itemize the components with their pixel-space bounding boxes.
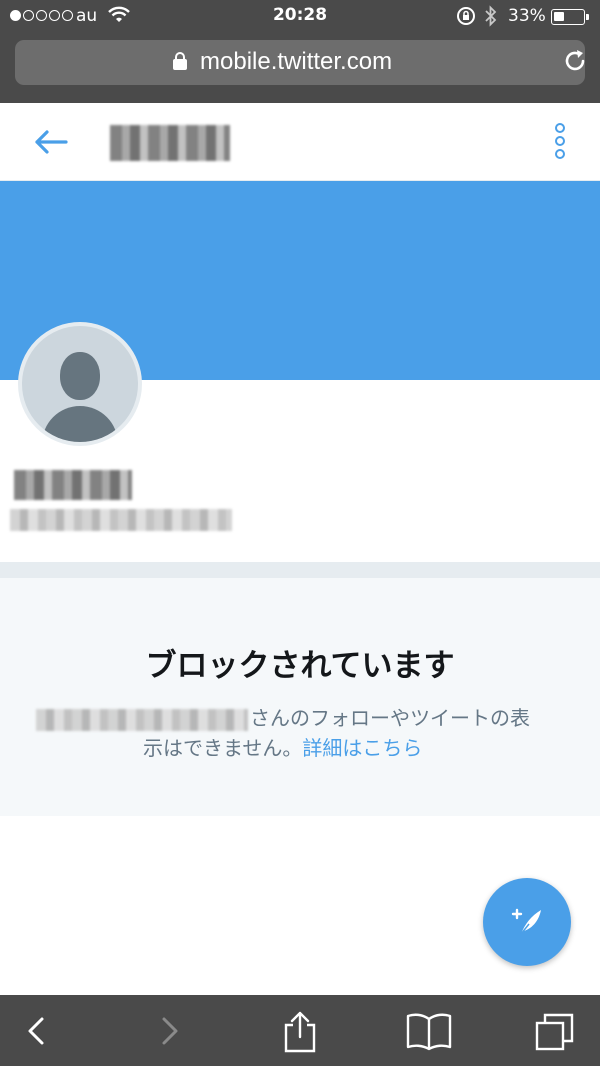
blocked-message-suffix: さんのフォローやツイートの表 xyxy=(250,706,530,730)
bluetooth-icon xyxy=(484,5,498,32)
battery-icon xyxy=(551,9,589,25)
tabs-icon[interactable] xyxy=(534,1011,574,1051)
blocked-notice: ブロックされています さんのフォローやツイートの表 示はできません。詳細はこちら xyxy=(0,578,600,816)
blocked-message-prefix: 示はできません。 xyxy=(143,736,303,760)
blocked-handle-redacted xyxy=(36,708,248,731)
blocked-message-line1: さんのフォローやツイートの表 xyxy=(36,702,576,731)
back-icon[interactable] xyxy=(18,1011,58,1051)
forward-icon[interactable] xyxy=(150,1011,190,1051)
address-bar[interactable]: mobile.twitter.com xyxy=(15,40,585,85)
rotation-lock-icon xyxy=(456,6,476,31)
section-divider xyxy=(0,562,600,578)
default-avatar-shoulders xyxy=(42,406,118,442)
url-text[interactable]: mobile.twitter.com xyxy=(200,48,392,76)
header-username-redacted xyxy=(110,125,230,161)
back-arrow-icon[interactable] xyxy=(33,127,71,157)
battery-percent: 33% xyxy=(508,6,546,26)
status-bar: au 20:28 33% xyxy=(0,0,600,34)
blocked-message-line2: 示はできません。詳細はこちら xyxy=(143,732,422,761)
more-options-icon[interactable] xyxy=(555,123,573,163)
bookmarks-icon[interactable] xyxy=(406,1011,452,1051)
profile-handle-redacted xyxy=(10,509,232,531)
learn-more-link[interactable]: 詳細はこちら xyxy=(302,736,422,760)
browser-chrome: au 20:28 33% mobile.twitter.com xyxy=(0,0,600,103)
avatar[interactable] xyxy=(18,322,142,446)
blocked-title: ブロックされています xyxy=(145,648,455,684)
secure-lock-icon xyxy=(173,52,187,70)
default-avatar-head xyxy=(60,352,100,400)
profile-header-bar xyxy=(0,103,600,181)
browser-toolbar xyxy=(0,995,600,1066)
compose-tweet-button[interactable] xyxy=(483,878,571,966)
share-icon[interactable] xyxy=(280,1011,320,1053)
reload-icon[interactable] xyxy=(562,48,588,80)
profile-display-name-redacted xyxy=(14,470,132,500)
compose-feather-icon xyxy=(511,908,541,935)
